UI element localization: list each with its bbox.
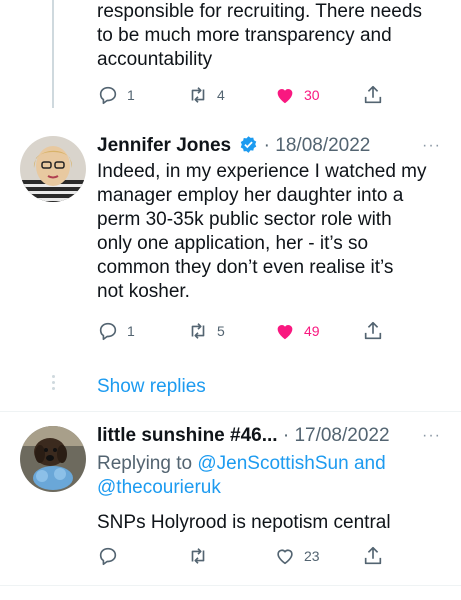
tweet-actions: 1 5 49 (97, 316, 397, 346)
tweet-actions: 23 (97, 541, 397, 571)
like-count: 23 (304, 548, 320, 564)
tweet-date[interactable]: 18/08/2022 (275, 135, 370, 156)
divider (0, 585, 461, 586)
thread-ellipsis (50, 372, 56, 393)
like-button[interactable]: 23 (274, 541, 320, 571)
retweet-button[interactable]: 4 (187, 80, 225, 110)
retweet-button[interactable]: 5 (187, 316, 225, 346)
retweet-count: 5 (217, 323, 225, 339)
heart-outline-icon (277, 549, 293, 565)
avatar[interactable] (20, 426, 86, 492)
more-options-button[interactable]: ··· (422, 137, 441, 155)
reply-icon (99, 86, 117, 105)
reply-button[interactable]: 1 (97, 316, 135, 346)
author-name[interactable]: little sunshine #46... (97, 425, 278, 446)
like-count: 49 (304, 323, 320, 339)
verified-badge-icon (241, 136, 257, 153)
avatar-photo (20, 136, 86, 202)
reply-count: 1 (127, 323, 135, 339)
mention-link[interactable]: @thecourieruk (97, 477, 221, 498)
share-button[interactable] (362, 541, 384, 571)
separator: · (282, 425, 290, 446)
share-icon (364, 321, 382, 340)
reply-button[interactable] (97, 541, 119, 571)
show-replies-link[interactable]: Show replies (97, 375, 206, 399)
share-button[interactable] (362, 316, 384, 346)
like-count: 30 (304, 87, 320, 103)
separator: · (263, 135, 270, 156)
heart-filled-icon (277, 325, 293, 340)
replying-to: Replying to @JenScottishSun and @thecour… (97, 452, 386, 500)
tweet-text: SNPs Holyrood is nepotism central (97, 512, 391, 533)
and-label: and (353, 453, 386, 474)
tweet-text: Indeed, in my experience I watched my ma… (97, 161, 427, 302)
tweet-date[interactable]: 17/08/2022 (294, 425, 389, 446)
reply-icon (99, 322, 117, 341)
like-button[interactable]: 30 (274, 80, 320, 110)
retweet-icon (191, 323, 205, 339)
retweet-icon (191, 548, 205, 564)
retweet-button[interactable] (187, 541, 209, 571)
share-icon (364, 85, 382, 104)
tweet-header: little sunshine #46... · 17/08/2022 (97, 424, 390, 448)
tweet-header: Jennifer Jones · 18/08/2022 (97, 134, 370, 158)
tweet-text: responsible for recruiting. There needs … (97, 1, 422, 70)
reply-icon (99, 547, 117, 566)
share-icon (364, 546, 382, 565)
divider (0, 411, 461, 412)
replying-to-label: Replying to (97, 453, 193, 474)
author-name[interactable]: Jennifer Jones (97, 135, 231, 156)
avatar[interactable] (20, 136, 86, 202)
heart-filled-icon (277, 89, 293, 104)
mention-link[interactable]: @JenScottishSun (197, 453, 348, 474)
retweet-icon (191, 87, 205, 103)
like-button[interactable]: 49 (274, 316, 320, 346)
more-options-button[interactable]: ··· (422, 427, 441, 445)
avatar-photo (20, 426, 86, 492)
thread-line (52, 0, 54, 108)
share-button[interactable] (362, 80, 384, 110)
retweet-count: 4 (217, 87, 225, 103)
reply-button[interactable]: 1 (97, 80, 135, 110)
tweet-actions: 1 4 30 (97, 80, 397, 110)
reply-count: 1 (127, 87, 135, 103)
